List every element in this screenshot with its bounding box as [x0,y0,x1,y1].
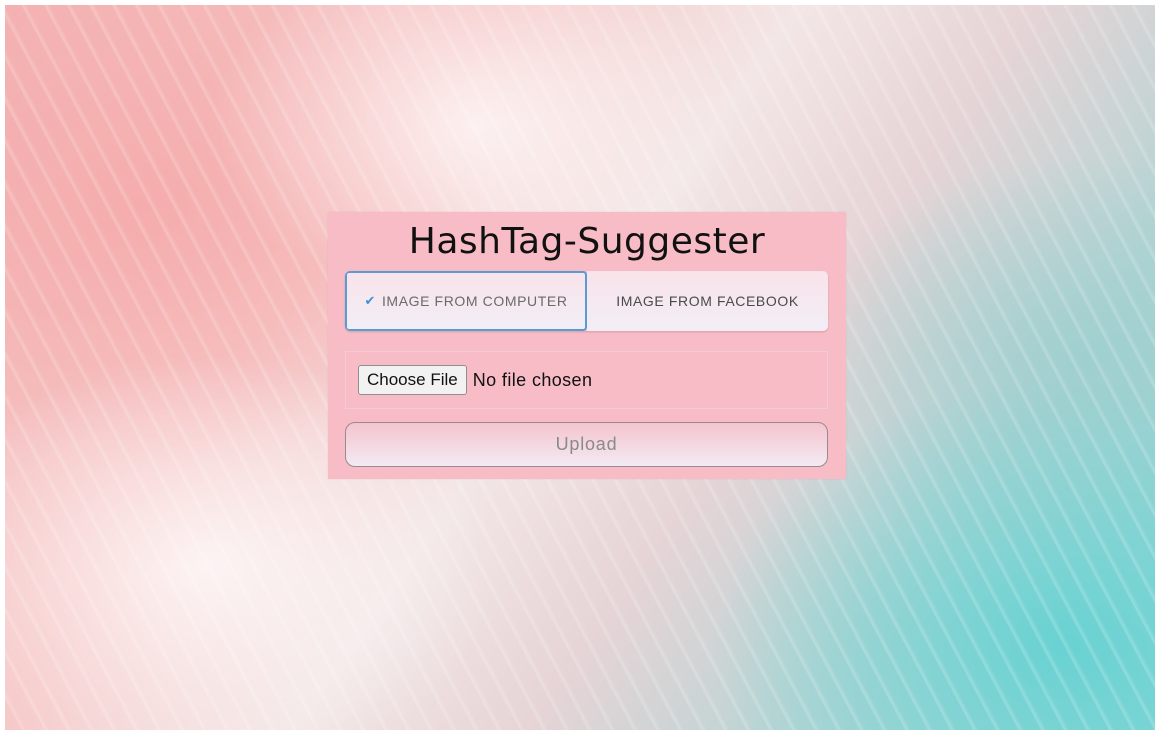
source-tabs: ✔ IMAGE FROM COMPUTER IMAGE FROM FACEBOO… [345,271,828,331]
file-input-area: Choose File No file chosen [345,351,828,409]
choose-file-button[interactable]: Choose File [358,365,467,395]
upload-label: Upload [555,434,618,454]
tab-image-from-facebook[interactable]: IMAGE FROM FACEBOOK [587,271,828,331]
page-title: HashTag-Suggester [408,221,766,262]
file-status: No file chosen [472,369,593,390]
main-panel: HashTag-Suggester ✔ IMAGE FROM COMPUTER … [328,212,846,479]
upload-button[interactable]: Upload [345,422,828,467]
background: HashTag-Suggester ✔ IMAGE FROM COMPUTER … [5,5,1155,730]
tab-image-from-computer[interactable]: ✔ IMAGE FROM COMPUTER [345,271,587,331]
tab-label: IMAGE FROM COMPUTER [381,293,568,309]
check-icon: ✔ [364,293,376,308]
tab-label: IMAGE FROM FACEBOOK [616,293,799,309]
